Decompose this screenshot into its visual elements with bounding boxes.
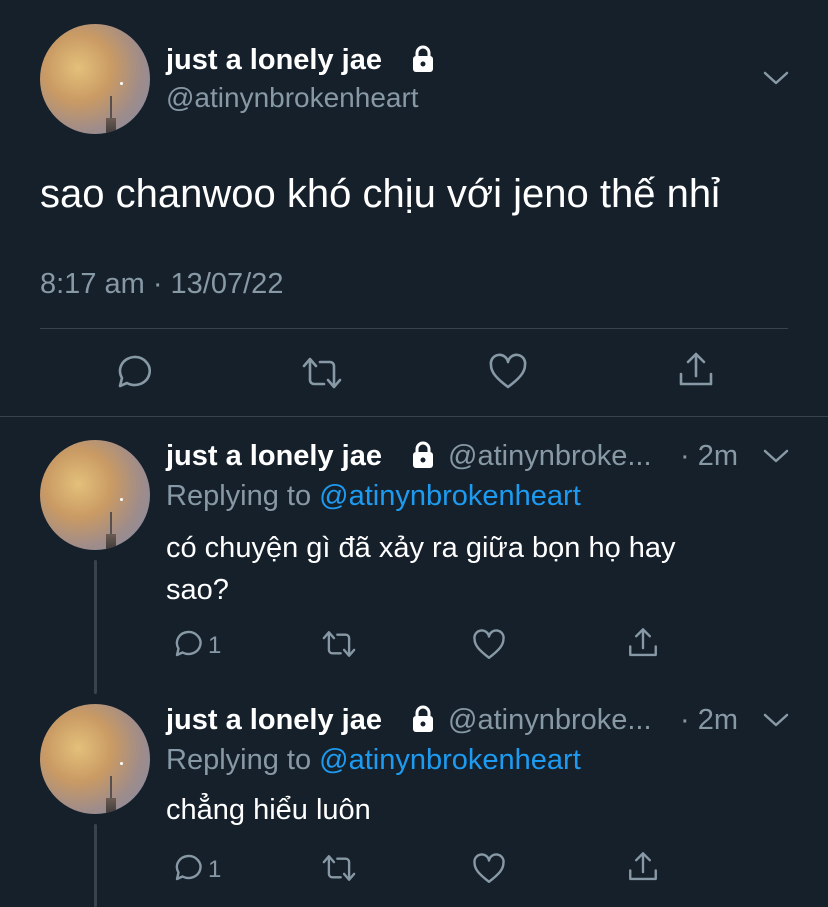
main-avatar[interactable]	[40, 24, 150, 134]
replying-to-prefix: Replying to	[166, 744, 312, 776]
section-divider	[0, 416, 828, 417]
avatar-spire	[110, 512, 113, 536]
reply-text-line: chẳng hiểu luôn	[166, 794, 371, 826]
chevron-down-icon[interactable]	[762, 68, 790, 88]
replying-to-handle[interactable]: @atinynbrokenheart	[319, 744, 581, 776]
retweet-icon[interactable]	[320, 628, 358, 660]
lock-icon	[408, 440, 438, 470]
reply-text-line: sao?	[166, 574, 229, 606]
like-icon[interactable]	[472, 852, 506, 886]
main-timestamp[interactable]: 8:17 am · 13/07/22	[40, 268, 283, 301]
avatar-spire	[110, 776, 113, 800]
reply-avatar[interactable]	[40, 440, 150, 550]
avatar-tower	[106, 118, 116, 134]
reply-text-line: có chuyện gì đã xảy ra giữa bọn họ hay	[166, 532, 676, 564]
replying-to: Replying to @atinynbrokenheart	[166, 744, 581, 777]
lock-icon	[408, 704, 438, 734]
reply-handle[interactable]: @atinynbroke...	[448, 704, 652, 737]
avatar-light	[120, 762, 123, 765]
reply-time[interactable]: · 2m	[680, 440, 738, 473]
chevron-down-icon[interactable]	[762, 446, 790, 466]
reply-count: 1	[208, 632, 222, 659]
main-tweet-text: sao chanwoo khó chịu với jeno thế nhỉ	[40, 172, 720, 216]
chevron-down-icon[interactable]	[762, 710, 790, 730]
retweet-icon[interactable]	[300, 354, 344, 392]
main-display-name[interactable]: just a lonely jae	[166, 44, 382, 77]
replying-to-prefix: Replying to	[166, 480, 312, 512]
reply-icon[interactable]	[172, 628, 204, 660]
replying-to-handle[interactable]: @atinynbrokenheart	[319, 480, 581, 512]
retweet-icon[interactable]	[320, 852, 358, 884]
avatar-light	[120, 498, 123, 501]
reply-icon[interactable]	[172, 852, 204, 884]
main-divider	[40, 328, 788, 329]
reply-display-name[interactable]: just a lonely jae	[166, 704, 382, 737]
main-handle[interactable]: @atinynbrokenheart	[166, 82, 419, 114]
avatar-tower	[106, 534, 116, 550]
like-icon[interactable]	[472, 628, 506, 662]
reply-icon[interactable]	[114, 352, 154, 392]
reply-avatar[interactable]	[40, 704, 150, 814]
replying-to: Replying to @atinynbrokenheart	[166, 480, 581, 513]
thread-line	[94, 560, 97, 694]
reply-handle[interactable]: @atinynbroke...	[448, 440, 652, 473]
avatar-light	[120, 82, 123, 85]
avatar-spire	[110, 96, 113, 120]
share-icon[interactable]	[676, 350, 716, 390]
reply-time[interactable]: · 2m	[680, 704, 738, 737]
like-icon[interactable]	[488, 352, 528, 392]
share-icon[interactable]	[626, 626, 660, 660]
thread-line	[94, 824, 97, 907]
share-icon[interactable]	[626, 850, 660, 884]
avatar-tower	[106, 798, 116, 814]
reply-display-name[interactable]: just a lonely jae	[166, 440, 382, 473]
reply-count: 1	[208, 856, 222, 883]
lock-icon	[408, 44, 438, 74]
